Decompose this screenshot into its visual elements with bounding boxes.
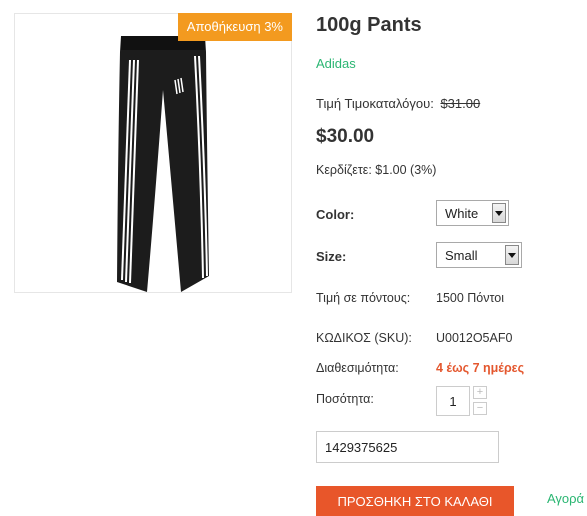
discount-badge: Αποθήκευση 3% [177, 13, 292, 41]
savings-text: Κερδίζετε: $1.00 (3%) [316, 163, 437, 177]
quantity-increase-button[interactable]: + [473, 386, 487, 399]
brand-link[interactable]: Adidas [316, 56, 356, 71]
color-select[interactable]: White [436, 200, 509, 226]
sku-label: ΚΩΔΙΚΟΣ (SKU): [316, 331, 412, 345]
add-to-cart-button[interactable]: ΠΡΟΣΘΗΚΗ ΣΤΟ ΚΑΛΑΘΙ [316, 486, 514, 516]
current-price: $30.00 [316, 126, 375, 147]
quantity-decrease-button[interactable]: − [473, 402, 487, 415]
points-value: 1500 Πόντοι [436, 291, 504, 305]
chevron-down-icon [505, 245, 519, 265]
size-label: Size: [316, 249, 347, 264]
quantity-label: Ποσότητα: [316, 392, 374, 406]
color-label: Color: [316, 207, 355, 222]
color-select-value: White [445, 205, 479, 221]
sku-value: U0012O5AF0 [436, 331, 513, 345]
buy-now-link[interactable]: Αγορά [547, 491, 584, 506]
size-select-value: Small [445, 247, 478, 263]
chevron-down-icon [492, 203, 506, 223]
product-image[interactable]: Αποθήκευση 3% [14, 13, 292, 293]
pants-image [117, 36, 209, 292]
product-title: 100g Pants [316, 14, 422, 36]
list-price-value: $31.00 [440, 96, 481, 111]
availability-label: Διαθεσιμότητα: [316, 361, 399, 375]
size-select[interactable]: Small [436, 242, 522, 268]
text-input-field[interactable]: 1429375625 [316, 431, 499, 463]
points-label: Τιμή σε πόντους: [316, 291, 411, 305]
list-price-label: Τιμή Τιμοκαταλόγου: [316, 96, 434, 111]
availability-value: 4 έως 7 ημέρες [436, 361, 525, 375]
list-price-row: Τιμή Τιμοκαταλόγου: $31.00 [316, 96, 480, 111]
quantity-input[interactable]: 1 [436, 386, 470, 416]
